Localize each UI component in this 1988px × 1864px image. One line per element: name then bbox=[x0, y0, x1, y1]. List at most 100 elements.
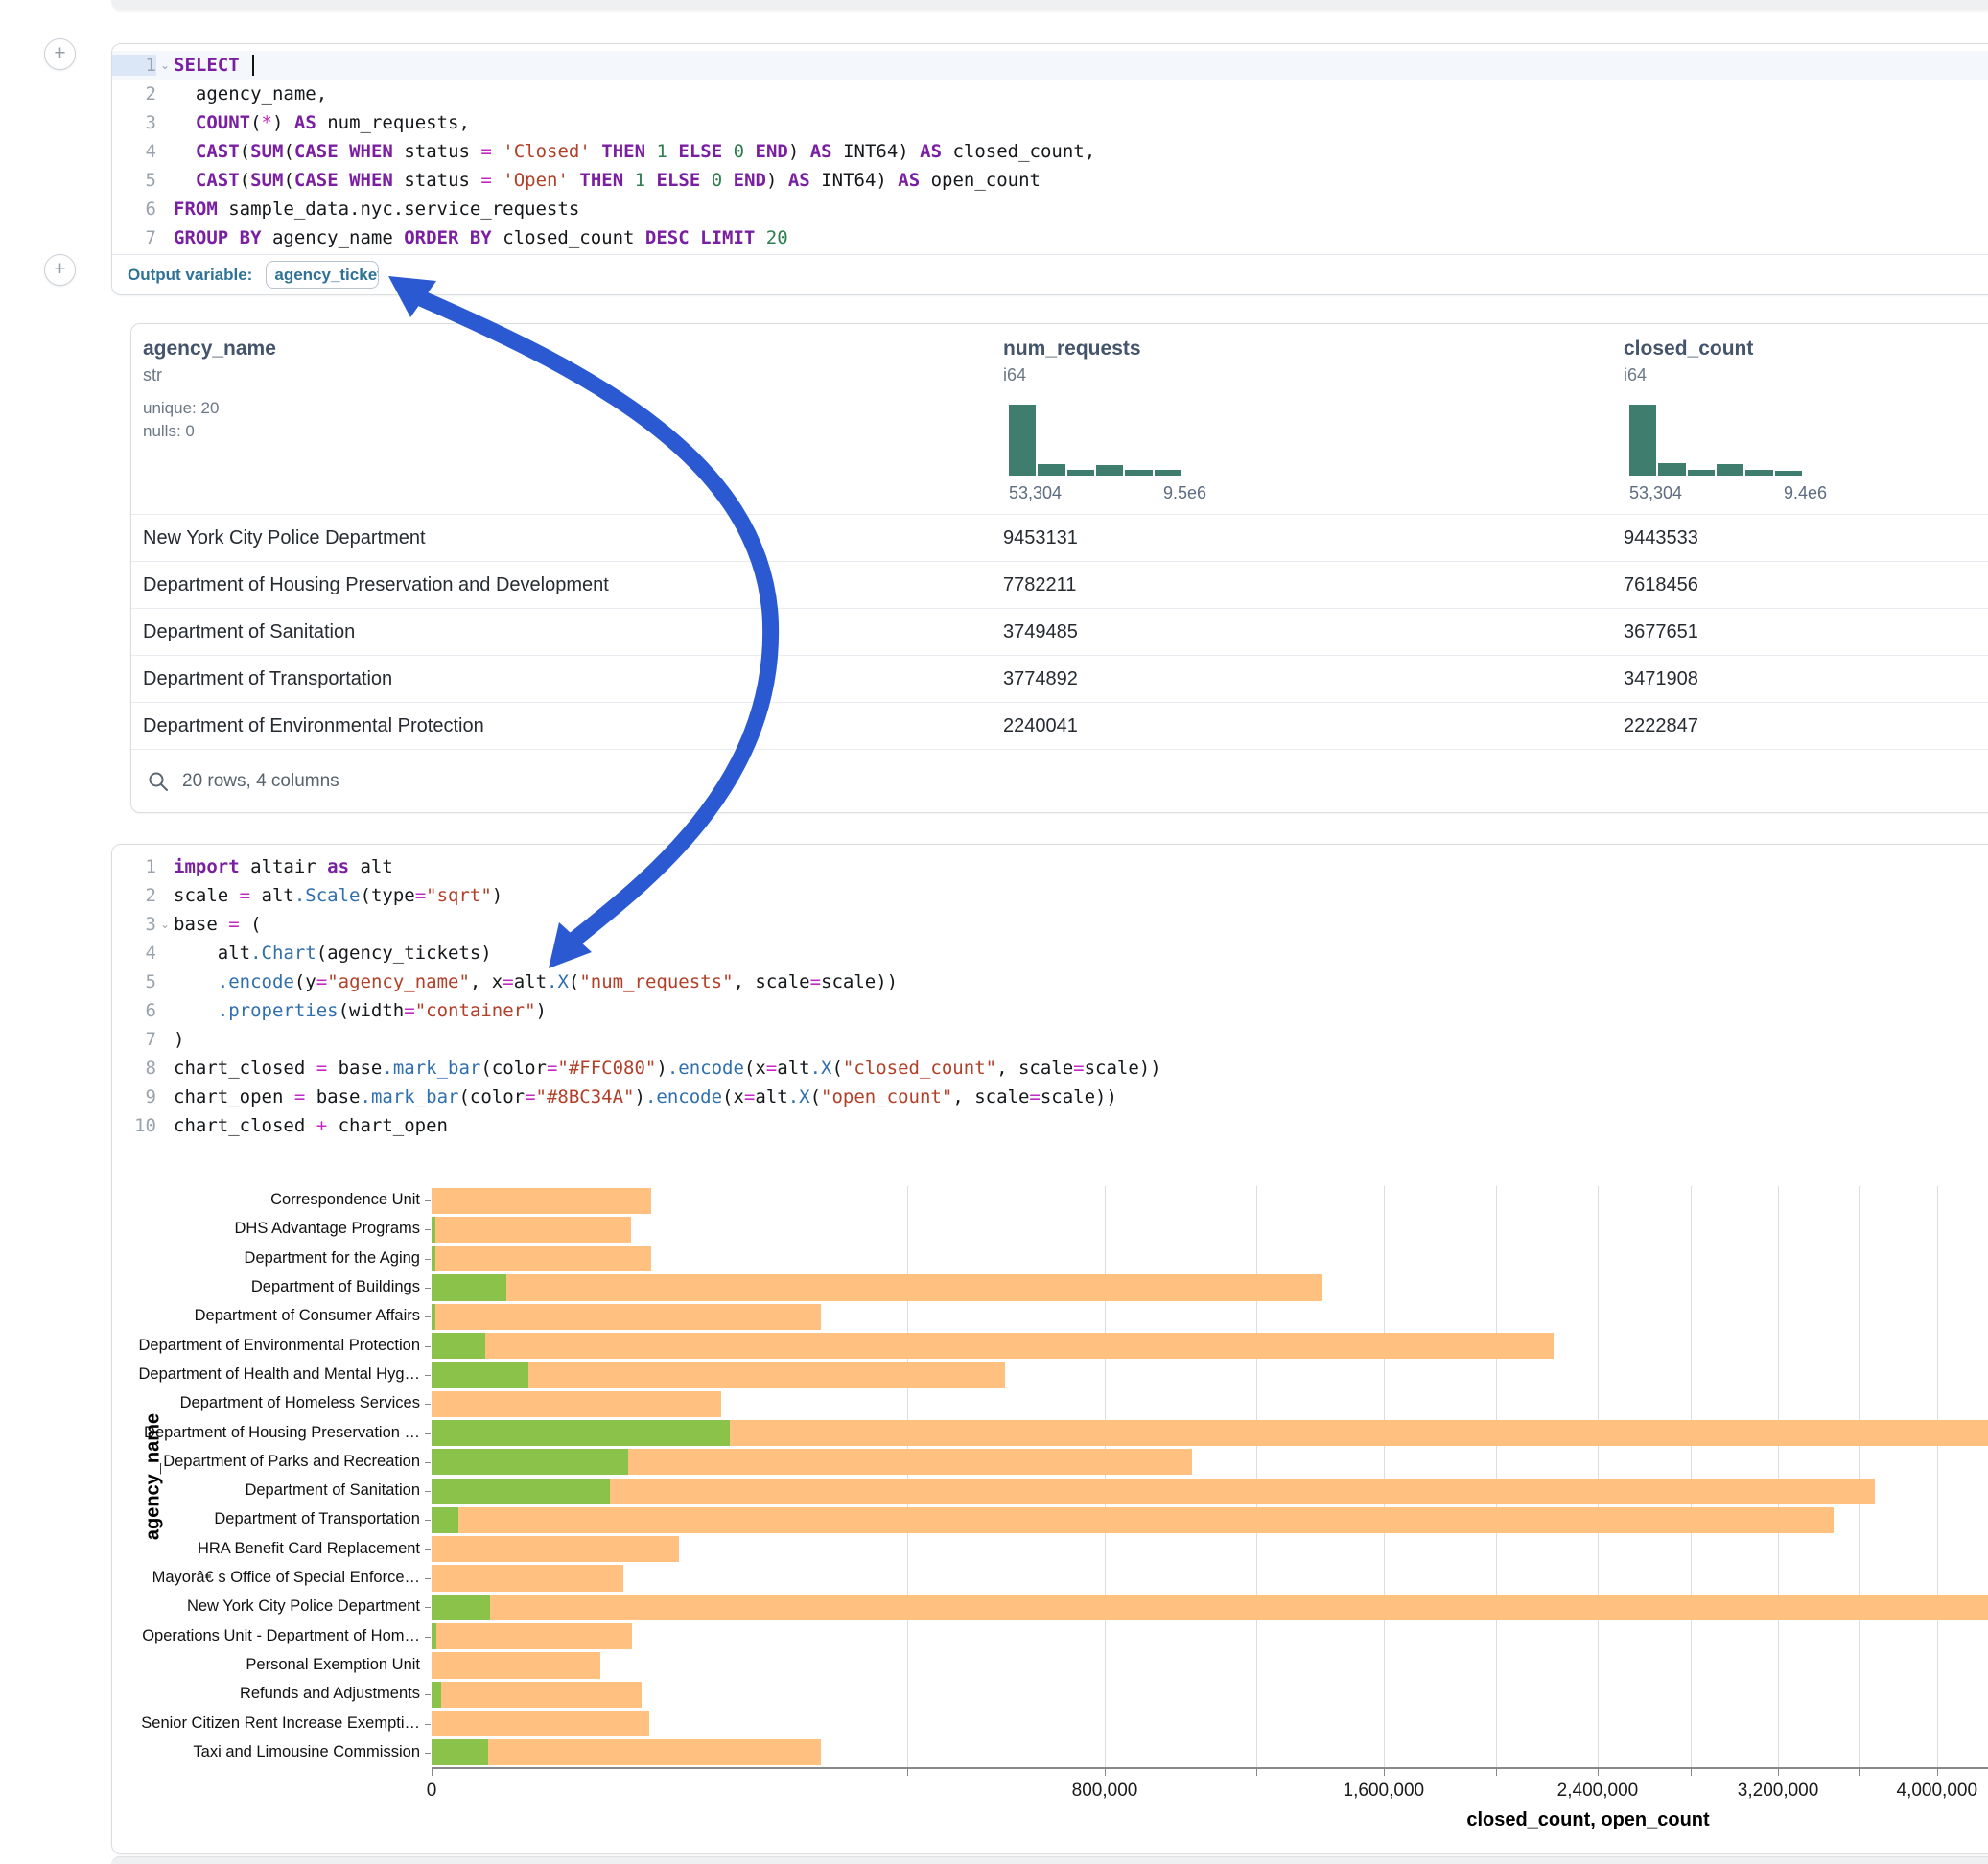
code-line[interactable]: 5 CAST(SUM(CASE WHEN status = 'Open' THE… bbox=[112, 166, 1988, 195]
histogram-bar bbox=[1067, 470, 1094, 476]
y-axis-label: Department of Homeless Services bbox=[180, 1394, 420, 1412]
code-line[interactable]: 4 alt.Chart(agency_tickets) bbox=[112, 939, 1988, 967]
y-axis-tick bbox=[425, 1288, 431, 1289]
x-axis-line bbox=[432, 1767, 1988, 1769]
code-line[interactable]: 10chart_closed + chart_open bbox=[112, 1111, 1988, 1140]
bar-open-count[interactable] bbox=[432, 1217, 435, 1243]
code-line[interactable]: 2scale = alt.Scale(type="sqrt") bbox=[112, 881, 1988, 910]
code-text: SELECT bbox=[174, 55, 254, 77]
code-text: chart_closed = base.mark_bar(color="#FFC… bbox=[174, 1058, 1161, 1079]
bar-open-count[interactable] bbox=[432, 1479, 610, 1504]
x-axis-tick bbox=[1256, 1769, 1257, 1776]
bar-closed-count[interactable] bbox=[432, 1682, 642, 1708]
y-axis-tick bbox=[425, 1724, 431, 1725]
bar-open-count[interactable] bbox=[432, 1333, 485, 1359]
code-line[interactable]: 4 CAST(SUM(CASE WHEN status = 'Closed' T… bbox=[112, 137, 1988, 166]
code-line[interactable]: 7GROUP BY agency_name ORDER BY closed_co… bbox=[112, 223, 1988, 252]
bar-closed-count[interactable] bbox=[432, 1333, 1554, 1359]
cell-closed-count: 9443533 bbox=[1624, 515, 1698, 562]
x-gridline bbox=[1256, 1186, 1257, 1767]
bar-open-count[interactable] bbox=[432, 1304, 435, 1330]
code-line[interactable]: 8chart_closed = base.mark_bar(color="#FF… bbox=[112, 1054, 1988, 1083]
code-line[interactable]: 1import altair as alt bbox=[112, 852, 1988, 881]
bar-closed-count[interactable] bbox=[432, 1304, 821, 1330]
code-line[interactable]: 3 COUNT(*) AS num_requests, bbox=[112, 108, 1988, 137]
code-line[interactable]: 5 .encode(y="agency_name", x=alt.X("num_… bbox=[112, 967, 1988, 996]
bar-closed-count[interactable] bbox=[432, 1507, 1834, 1533]
column-header-num-requests[interactable]: num_requests bbox=[1003, 338, 1141, 361]
histogram-bar bbox=[1745, 470, 1772, 476]
x-axis-tick-label: 2,400,000 bbox=[1557, 1781, 1639, 1802]
bar-closed-count[interactable] bbox=[432, 1217, 631, 1243]
bar-open-count[interactable] bbox=[432, 1362, 528, 1387]
y-axis-label: Department of Sanitation bbox=[245, 1481, 420, 1500]
python-code-editor[interactable]: 1import altair as alt2scale = alt.Scale(… bbox=[112, 845, 1988, 1140]
y-axis-label: Mayorâ€ s Office of Special Enforce… bbox=[152, 1569, 420, 1587]
histogram-bar bbox=[1009, 405, 1036, 476]
bar-closed-count[interactable] bbox=[432, 1711, 649, 1736]
code-line[interactable]: 6 .properties(width="container") bbox=[112, 996, 1988, 1025]
bar-closed-count[interactable] bbox=[432, 1246, 651, 1271]
sql-code-editor[interactable]: 1⌄SELECT 2 agency_name,3 COUNT(*) AS num… bbox=[112, 44, 1988, 252]
fold-chevron-icon[interactable]: ⌄ bbox=[156, 918, 174, 931]
code-line[interactable]: 9chart_open = base.mark_bar(color="#8BC3… bbox=[112, 1083, 1988, 1111]
cell-num-requests: 7782211 bbox=[1003, 562, 1076, 609]
bar-open-count[interactable] bbox=[432, 1449, 628, 1475]
cell-agency-name: Department of Environmental Protection bbox=[143, 703, 484, 750]
column-header-closed-count[interactable]: closed_count bbox=[1624, 338, 1753, 361]
output-variable-pill[interactable]: agency_tickets bbox=[266, 261, 379, 289]
code-text: chart_open = base.mark_bar(color="#8BC34… bbox=[174, 1086, 1117, 1107]
histogram-labels-closed-count: 53,304 9.4e6 bbox=[1629, 483, 1827, 503]
table-row[interactable]: New York City Police Department945313194… bbox=[131, 514, 1988, 562]
add-cell-button-top[interactable]: + bbox=[44, 38, 76, 70]
bar-open-count[interactable] bbox=[432, 1274, 506, 1300]
code-line[interactable]: 6FROM sample_data.nyc.service_requests bbox=[112, 195, 1988, 223]
y-axis-tick bbox=[425, 1491, 431, 1492]
y-axis-label: Taxi and Limousine Commission bbox=[193, 1743, 420, 1761]
bar-open-count[interactable] bbox=[432, 1420, 730, 1446]
histogram-num-requests bbox=[1009, 405, 1181, 476]
bar-closed-count[interactable] bbox=[432, 1623, 632, 1649]
histogram-closed-count bbox=[1629, 405, 1802, 476]
code-line[interactable]: 3⌄base = ( bbox=[112, 910, 1988, 939]
table-row[interactable]: Department of Environmental Protection22… bbox=[131, 702, 1988, 750]
code-line[interactable]: 7) bbox=[112, 1025, 1988, 1054]
y-axis-label: Operations Unit - Department of Hom… bbox=[142, 1627, 420, 1645]
bar-closed-count[interactable] bbox=[432, 1479, 1875, 1504]
y-axis-tick bbox=[425, 1200, 431, 1201]
output-variable-label: Output variable: bbox=[128, 266, 252, 285]
cell-closed-count: 3677651 bbox=[1624, 609, 1698, 656]
line-number: 10 bbox=[112, 1115, 156, 1136]
table-row[interactable]: Department of Transportation377489234719… bbox=[131, 655, 1988, 703]
bar-closed-count[interactable] bbox=[432, 1274, 1322, 1300]
bar-open-count[interactable] bbox=[432, 1507, 458, 1533]
bar-open-count[interactable] bbox=[432, 1246, 435, 1271]
table-row[interactable]: Department of Sanitation37494853677651 bbox=[131, 608, 1988, 656]
column-type-num-requests: i64 bbox=[1003, 365, 1026, 385]
bar-closed-count[interactable] bbox=[432, 1391, 721, 1417]
search-icon[interactable] bbox=[147, 770, 170, 793]
y-axis-tick bbox=[425, 1607, 431, 1608]
cell-closed-count: 7618456 bbox=[1624, 562, 1698, 609]
column-header-agency-name[interactable]: agency_name bbox=[143, 338, 276, 361]
cell-agency-name: Department of Housing Preservation and D… bbox=[143, 562, 609, 609]
table-preview: agency_name str unique: 20 nulls: 0 num_… bbox=[130, 323, 1988, 813]
table-row[interactable]: Department of Housing Preservation and D… bbox=[131, 561, 1988, 609]
line-number: 2 bbox=[112, 83, 156, 105]
code-line[interactable]: 1⌄SELECT bbox=[112, 51, 1988, 80]
bar-closed-count[interactable] bbox=[432, 1565, 623, 1591]
cell-num-requests: 3749485 bbox=[1003, 609, 1078, 656]
bar-closed-count[interactable] bbox=[432, 1652, 600, 1678]
bar-closed-count[interactable] bbox=[432, 1188, 651, 1214]
bar-open-count[interactable] bbox=[432, 1623, 436, 1649]
code-line[interactable]: 2 agency_name, bbox=[112, 80, 1988, 108]
bar-closed-count[interactable] bbox=[432, 1739, 821, 1765]
bar-closed-count[interactable] bbox=[432, 1595, 1988, 1620]
add-cell-button-middle[interactable]: + bbox=[44, 254, 76, 286]
bar-open-count[interactable] bbox=[432, 1682, 441, 1708]
x-axis-tick-label: 1,600,000 bbox=[1344, 1781, 1425, 1802]
bar-open-count[interactable] bbox=[432, 1739, 488, 1765]
bar-closed-count[interactable] bbox=[432, 1536, 679, 1562]
bar-open-count[interactable] bbox=[432, 1595, 490, 1620]
fold-chevron-icon[interactable]: ⌄ bbox=[156, 58, 174, 72]
